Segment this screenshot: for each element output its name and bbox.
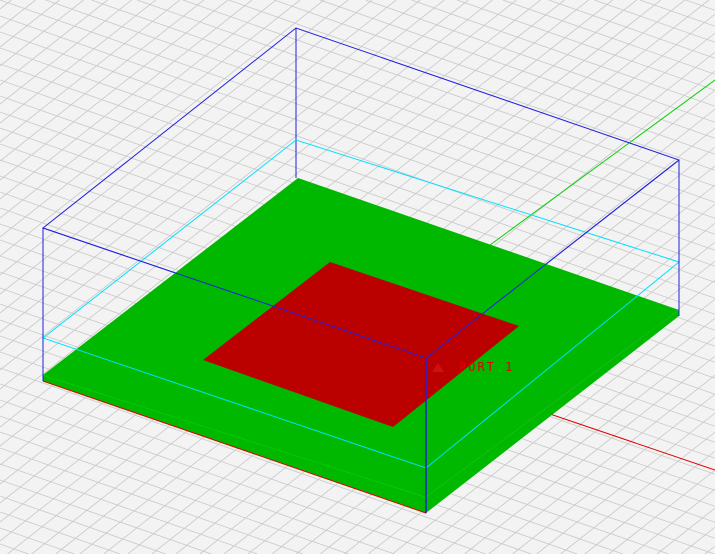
grid-line — [685, 0, 715, 11]
grid-line — [0, 0, 229, 181]
grid-line — [632, 488, 715, 554]
grid-line — [0, 543, 29, 554]
grid-line — [45, 0, 715, 235]
grid-line — [0, 0, 84, 67]
grid-line — [0, 0, 108, 86]
grid-line — [0, 0, 253, 200]
grid-line — [0, 0, 12, 10]
grid-line — [182, 0, 715, 187]
grid-line — [411, 0, 715, 107]
port-label: PORT 1 — [459, 360, 515, 374]
scene — [0, 0, 715, 554]
3d-viewport[interactable]: PORT 1 — [0, 0, 715, 554]
grid-line — [0, 511, 121, 554]
grid-line — [584, 450, 715, 554]
grid-line — [594, 0, 715, 43]
grid-line — [0, 0, 205, 162]
grid-line — [0, 447, 303, 554]
grid-line — [0, 0, 132, 105]
grid-line — [228, 0, 715, 171]
grid-line — [502, 0, 715, 75]
grid-line — [0, 0, 60, 48]
grid-line — [0, 0, 36, 29]
grid-line — [656, 507, 715, 554]
grid-line — [608, 469, 715, 554]
grid-line — [0, 479, 212, 554]
grid-line — [365, 0, 715, 123]
